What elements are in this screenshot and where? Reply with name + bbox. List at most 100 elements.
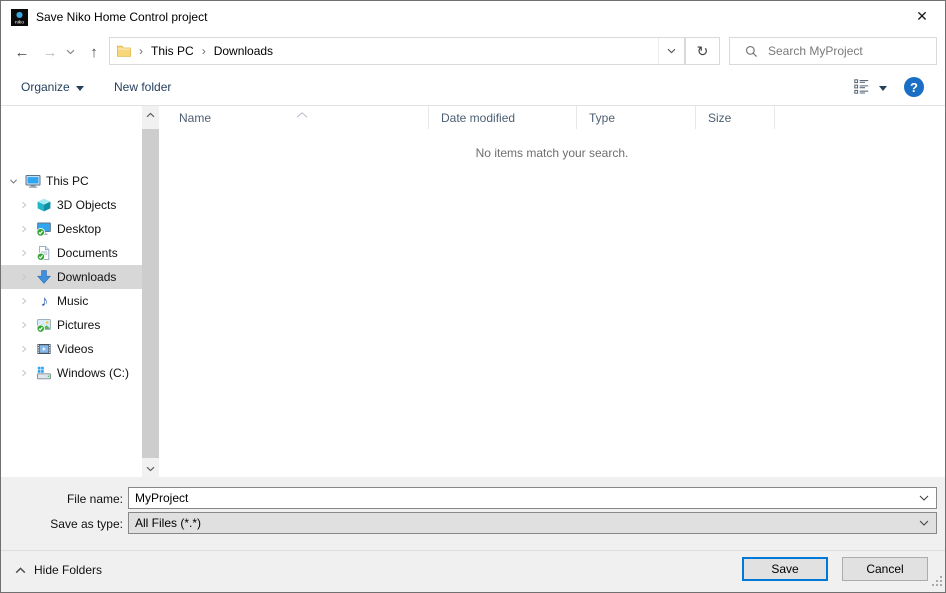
sidebar-item-label: Pictures — [57, 318, 100, 332]
hide-folders-button[interactable]: Hide Folders — [15, 563, 102, 577]
resize-grip[interactable] — [932, 576, 943, 590]
window-title: Save Niko Home Control project — [36, 10, 207, 24]
scroll-down-icon[interactable] — [142, 460, 159, 477]
column-header-label: Size — [708, 111, 731, 125]
sidebar-scrollbar[interactable] — [142, 106, 159, 477]
music-note-icon: ♪ — [36, 293, 52, 309]
videos-icon — [36, 341, 52, 357]
file-name-field — [128, 487, 937, 509]
up-icon[interactable]: ↑ — [83, 42, 105, 62]
file-name-input[interactable] — [129, 491, 912, 505]
navigation-bar: ← → ↑ ›This PC›Downloads ↻ — [1, 33, 945, 70]
svg-text:♪: ♪ — [41, 293, 49, 309]
chevron-up-icon — [15, 567, 26, 574]
sidebar-item-label: Downloads — [57, 270, 116, 284]
sidebar-item-music[interactable]: ♪ Music — [1, 289, 142, 313]
file-list: Name Date modified Type Size No items match… — [159, 106, 945, 477]
desktop-icon — [36, 221, 52, 237]
folder-icon[interactable] — [116, 43, 132, 59]
back-icon[interactable]: ← — [11, 42, 33, 62]
breadcrumb-item-this-pc[interactable]: This PC — [150, 44, 195, 58]
footer-divider — [1, 550, 945, 551]
save-as-type-value: All Files (*.*) — [129, 516, 912, 530]
column-header-label: Date modified — [441, 111, 515, 125]
cube-3d-icon — [36, 197, 52, 213]
breadcrumb-separator-icon[interactable]: › — [132, 44, 150, 58]
sidebar-item-label: Documents — [57, 246, 118, 260]
save-as-type-chevron-down-icon[interactable] — [912, 513, 936, 533]
forward-icon: → — [39, 42, 61, 62]
save-as-type-select[interactable]: All Files (*.*) — [128, 512, 937, 534]
niko-logo-icon: niko — [11, 9, 28, 26]
sidebar-item-downloads[interactable]: Downloads — [1, 265, 142, 289]
sidebar-item-label: Desktop — [57, 222, 101, 236]
empty-list-message: No items match your search. — [159, 146, 945, 160]
search-box — [729, 37, 937, 65]
chevron-right-icon[interactable] — [18, 199, 30, 211]
history-chevron-down-icon[interactable] — [63, 46, 77, 58]
sidebar-tree: This PC 3D Objects Desktop Documents Downloa… — [1, 169, 142, 385]
breadcrumb-separator-icon[interactable]: › — [195, 44, 213, 58]
breadcrumb: ›This PC›Downloads — [132, 38, 274, 64]
svg-text:niko: niko — [15, 19, 24, 25]
sort-ascending-icon — [296, 107, 308, 121]
save-as-type-label: Save as type: — [1, 517, 123, 531]
sidebar-item-pictures[interactable]: Pictures — [1, 313, 142, 337]
pictures-icon — [36, 317, 52, 333]
sidebar-item-windows-c[interactable]: Windows (C:) — [1, 361, 142, 385]
file-name-label: File name: — [1, 492, 123, 506]
view-options-icon[interactable] — [853, 78, 870, 95]
column-header-date-modified[interactable]: Date modified — [429, 106, 577, 129]
column-header-label: Name — [179, 111, 211, 125]
list-header: Name Date modified Type Size — [159, 106, 945, 129]
documents-icon — [36, 245, 52, 261]
windows-drive-icon — [36, 365, 52, 381]
column-header-label: Type — [589, 111, 615, 125]
cancel-button[interactable]: Cancel — [842, 557, 928, 581]
sidebar-item-this-pc[interactable]: This PC — [1, 169, 142, 193]
help-glyph: ? — [910, 80, 918, 95]
scroll-up-icon[interactable] — [142, 106, 159, 123]
column-header-name[interactable]: Name — [159, 106, 429, 129]
sidebar-item-documents[interactable]: Documents — [1, 241, 142, 265]
new-folder-label: New folder — [114, 80, 171, 94]
sidebar-item-desktop[interactable]: Desktop — [1, 217, 142, 241]
title-bar: niko Save Niko Home Control project ✕ — [1, 1, 945, 33]
sidebar-item-3d-objects[interactable]: 3D Objects — [1, 193, 142, 217]
column-header-type[interactable]: Type — [577, 106, 696, 129]
sidebar-item-label: Windows (C:) — [57, 366, 129, 380]
chevron-right-icon[interactable] — [18, 223, 30, 235]
search-icon — [744, 44, 759, 59]
hide-folders-label: Hide Folders — [34, 563, 102, 577]
downloads-icon — [36, 269, 52, 285]
view-dropdown-triangle-icon[interactable] — [879, 80, 887, 94]
refresh-icon[interactable]: ↻ — [685, 37, 720, 65]
address-chevron-down-icon[interactable] — [658, 38, 684, 64]
sidebar-item-videos[interactable]: Videos — [1, 337, 142, 361]
chevron-right-icon[interactable] — [18, 367, 30, 379]
chevron-right-icon[interactable] — [18, 343, 30, 355]
scrollbar-thumb[interactable] — [142, 129, 159, 458]
main-area: This PC 3D Objects Desktop Documents Downloa… — [1, 106, 945, 477]
save-button[interactable]: Save — [742, 557, 828, 581]
file-name-chevron-down-icon[interactable] — [912, 488, 936, 508]
new-folder-button[interactable]: New folder — [114, 80, 171, 94]
chevron-right-icon[interactable] — [18, 319, 30, 331]
chevron-down-icon[interactable] — [7, 175, 19, 187]
chevron-right-icon[interactable] — [18, 271, 30, 283]
help-icon[interactable]: ? — [904, 77, 924, 97]
chevron-right-icon[interactable] — [18, 295, 30, 307]
sidebar-item-label: Music — [57, 294, 88, 308]
close-icon[interactable]: ✕ — [899, 1, 945, 32]
breadcrumb-item-downloads[interactable]: Downloads — [213, 44, 274, 58]
search-input[interactable] — [768, 44, 936, 58]
save-dialog-window: niko Save Niko Home Control project ✕ ← … — [0, 0, 946, 593]
organize-button[interactable]: Organize — [21, 80, 84, 94]
computer-icon — [25, 173, 41, 189]
sidebar-item-label: This PC — [46, 174, 89, 188]
address-bar[interactable]: ›This PC›Downloads — [109, 37, 685, 65]
command-toolbar: Organize New folder ? — [1, 70, 945, 106]
dropdown-triangle-icon — [76, 80, 84, 94]
column-header-size[interactable]: Size — [696, 106, 775, 129]
chevron-right-icon[interactable] — [18, 247, 30, 259]
